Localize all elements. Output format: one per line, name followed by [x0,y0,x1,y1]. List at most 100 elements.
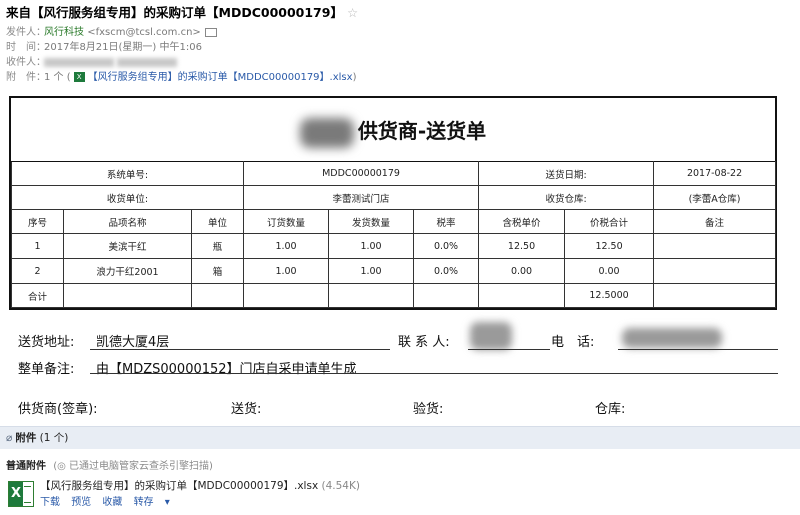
address-value: 凯德大厦4层 [96,335,170,350]
system-no-label: 系统单号: [10,161,245,186]
cell: 0.00 [478,258,566,284]
col-header: 发货数量 [328,209,415,234]
normal-attachments: 普通附件 (◎ 已通过电脑管家云查杀引擎扫描) [6,457,213,472]
cell [190,283,245,308]
col-header: 订货数量 [243,209,330,234]
delivery-sheet: 供货商-送货单 系统单号: MDDC00000179 送货日期: 2017-08… [9,96,777,310]
recipient-redacted-2 [117,57,178,67]
email-header: 来自【风行服务组专用】的采购订单【MDDC00000179】 ☆ 发件人：风行科技… [0,0,800,88]
cell: 1.00 [328,233,415,259]
attach-count: 1 个 [44,72,64,83]
recipient-label: 收件人： [6,57,46,68]
cell: 1.00 [243,258,330,284]
time-row: 时 间：2017年8月21日(星期一) 中午1:06 [6,38,202,53]
phone-redacted [622,328,722,348]
contact-card-icon[interactable] [204,27,217,37]
col-header: 单位 [190,209,245,234]
warehouse-label: 收货仓库: [478,185,655,210]
attachments-title: 附件 [15,432,37,444]
total-value: 12.5000 [564,283,655,308]
remark-underline [90,373,778,374]
attachment-file-name: 【风行服务组专用】的采购订单【MDDC00000179】.xlsx [40,480,319,492]
cell [63,283,192,308]
attach-file-link[interactable]: 【风行服务组专用】的采购订单【MDDC00000179】.xlsx [88,72,353,83]
receiver-label: 收货单位: [10,185,245,210]
attachment-file: 【风行服务组专用】的采购订单【MDDC00000179】.xlsx (4.54K… [40,478,360,493]
attachment-actions: 下载 预览 收藏 转存 ▾ [40,493,186,508]
attach-label: 附 件： [6,72,46,83]
recipient-row: 收件人： [6,53,178,68]
attachments-header: ⌀ 附件 (1 个) [0,426,800,449]
paperclip-icon: ⌀ [6,432,13,444]
favorite-link[interactable]: 收藏 [102,497,122,508]
cell: 0.0% [413,233,480,259]
col-header: 备注 [653,209,777,234]
attachments-count: (1 个) [39,432,69,444]
receiver-value: 李蕾测试门店 [243,185,480,210]
cell [243,283,330,308]
attachment-item: 【风行服务组专用】的采购订单【MDDC00000179】.xlsx (4.54K… [6,476,796,512]
inspect-label: 验货: [413,402,444,417]
phone-underline [618,349,778,350]
cell: 瓶 [190,233,245,259]
warehouse-value: (李蕾A仓库) [653,185,777,210]
save-to-label: 转存 [133,497,154,508]
cell: 0.00 [564,258,655,284]
preview-link[interactable]: 预览 [71,497,91,508]
time-label: 时 间： [6,42,46,53]
delivery-date-label: 送货日期: [478,161,655,186]
cell [328,283,415,308]
warehouse-sign-label: 仓库: [595,402,626,417]
sheet-title: 供货商-送货单 [11,98,775,161]
shield-icon: ◎ [57,461,66,472]
attach-paren-close: ) [352,72,357,83]
order-table: 系统单号: MDDC00000179 送货日期: 2017-08-22 收货单位… [10,161,777,308]
sender-row: 发件人：风行科技 <fxscm@tcsl.com.cn> [6,23,217,38]
table-row: 1 美滨干红 瓶 1.00 1.00 0.0% 12.50 12.50 [11,233,777,259]
sender-name[interactable]: 风行科技 [44,27,84,38]
address-label: 送货地址: [18,335,75,350]
cell: 2 [11,258,64,284]
system-no-value: MDDC00000179 [243,161,480,186]
redacted-supplier-name [299,117,354,148]
col-header: 税率 [413,209,480,234]
address-underline [90,349,390,350]
remark-label: 整单备注: [18,362,75,377]
cell: 0.0% [413,258,480,284]
col-header: 含税单价 [478,209,566,234]
cell: 12.50 [564,233,655,259]
cell [478,283,566,308]
excel-file-icon[interactable] [8,481,34,507]
remark-value: 由【MDZS00000152】门店自采申请单生成 [96,362,357,377]
scan-text: 已通过电脑管家云查杀引擎扫描 [69,461,210,472]
cell: 1 [11,233,64,259]
delivery-date-value: 2017-08-22 [653,161,777,186]
total-label: 合计 [11,283,64,308]
cell: 12.50 [478,233,566,259]
cell [653,258,777,284]
contact-label: 联 系 人: [398,335,450,350]
scan-status: (◎ 已通过电脑管家云查杀引擎扫描) [53,461,213,472]
cell [413,283,480,308]
email-subject: 来自【风行服务组专用】的采购订单【MDDC00000179】 ☆ [6,2,358,21]
cell: 1.00 [328,258,415,284]
subject-text: 来自【风行服务组专用】的采购订单【MDDC00000179】 [6,5,343,20]
cell [653,283,777,308]
col-header: 价税合计 [564,209,655,234]
attach-paren-open: ( [66,72,71,83]
save-to-link[interactable]: 转存 ▾ [134,497,178,508]
sheet-title-text: 供货商-送货单 [357,119,487,143]
time-value: 2017年8月21日(星期一) 中午1:06 [44,42,202,53]
contact-underline [468,349,550,350]
star-icon[interactable]: ☆ [347,5,358,20]
download-link[interactable]: 下载 [40,497,60,508]
sender-email: <fxscm@tcsl.com.cn> [87,27,201,38]
cell [653,233,777,259]
excel-icon: X [73,72,85,82]
attach-row: 附 件：1 个 (X 【风行服务组专用】的采购订单【MDDC00000179】.x… [6,68,356,83]
system-no-row: 系统单号: MDDC00000179 送货日期: 2017-08-22 [10,161,777,186]
recipient-redacted [44,57,114,67]
supplier-sign-label: 供货商(签章): [18,402,98,417]
receiver-row: 收货单位: 李蕾测试门店 收货仓库: (李蕾A仓库) [10,185,777,210]
sender-label: 发件人： [6,27,46,38]
